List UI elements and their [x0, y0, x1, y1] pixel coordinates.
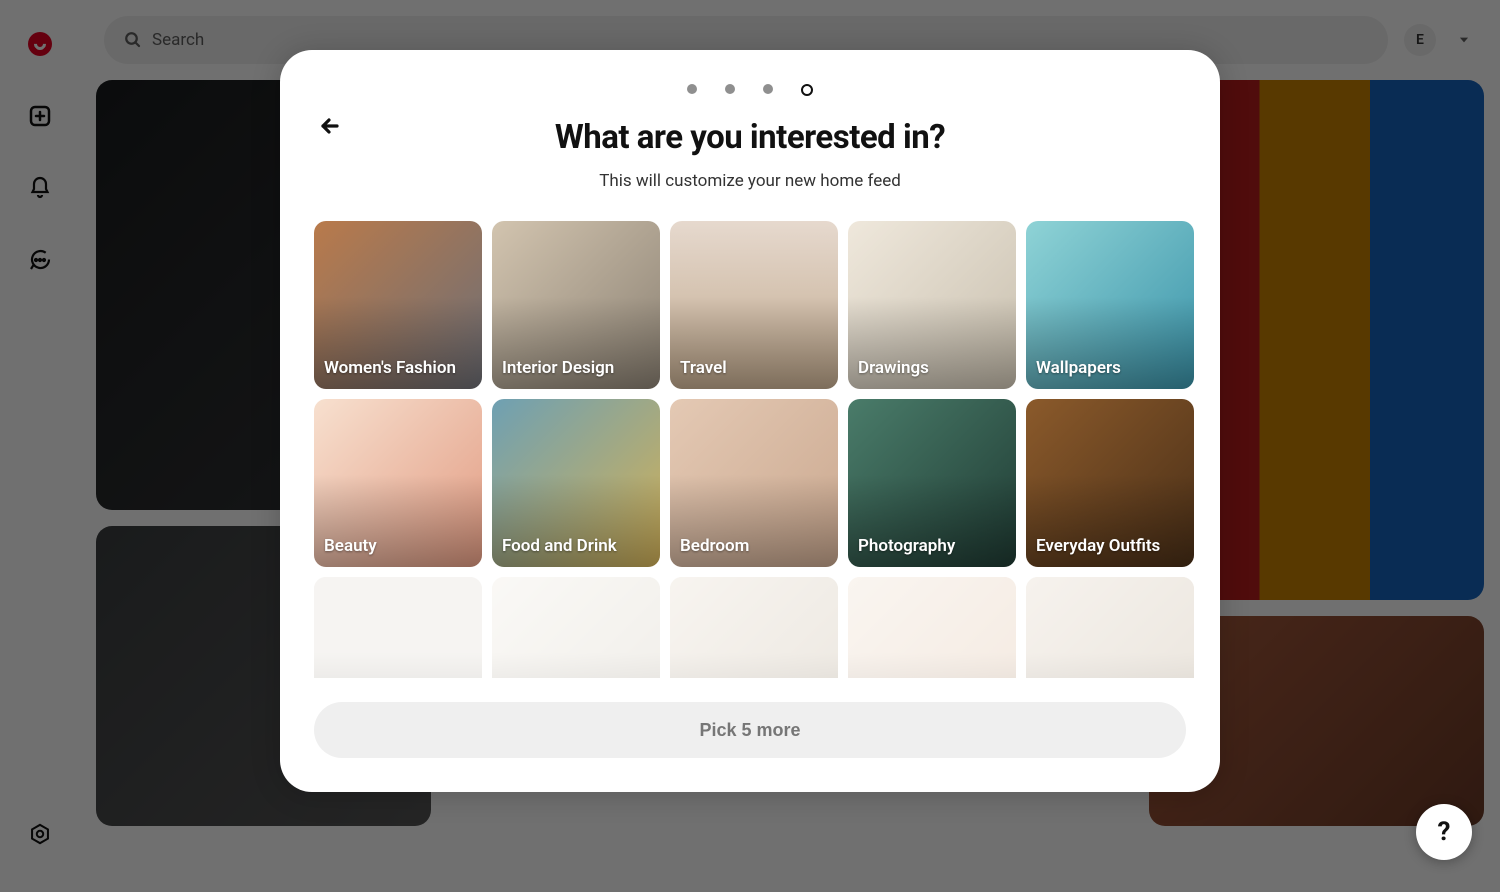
modal-title: What are you interested in? [320, 118, 1180, 157]
interest-tile-drawings[interactable]: Drawings [848, 221, 1016, 389]
interest-label: Drawings [858, 358, 1006, 379]
interest-tile-food-and-drink[interactable]: Food and Drink [492, 399, 660, 567]
interest-label: Interior Design [502, 358, 650, 379]
help-icon: ? [1438, 817, 1451, 847]
interest-label: Travel [680, 358, 828, 379]
interest-tile[interactable] [314, 577, 482, 678]
interest-tile-beauty[interactable]: Beauty [314, 399, 482, 567]
modal-subtitle: This will customize your new home feed [320, 171, 1180, 191]
interest-label: Women's Fashion [324, 358, 472, 379]
step-dot [725, 84, 735, 94]
interest-label: Everyday Outfits [1036, 536, 1184, 557]
progress-stepper [320, 84, 1180, 96]
interest-tile[interactable] [670, 577, 838, 678]
back-button[interactable] [314, 110, 346, 142]
interest-label: Beauty [324, 536, 472, 557]
step-dot-active [801, 84, 813, 96]
interests-scroll-area[interactable]: Women's Fashion Interior Design Travel D… [280, 221, 1220, 678]
interest-label: Photography [858, 536, 1006, 557]
modal-header: What are you interested in? This will cu… [280, 50, 1220, 191]
interest-tile-photography[interactable]: Photography [848, 399, 1016, 567]
interest-tile[interactable] [492, 577, 660, 678]
interest-tile-travel[interactable]: Travel [670, 221, 838, 389]
interest-tile-wallpapers[interactable]: Wallpapers [1026, 221, 1194, 389]
interest-tile-everyday-outfits[interactable]: Everyday Outfits [1026, 399, 1194, 567]
interest-tile[interactable] [1026, 577, 1194, 678]
interest-tile[interactable] [848, 577, 1016, 678]
modal-footer: Pick 5 more [280, 678, 1220, 792]
interest-tile-womens-fashion[interactable]: Women's Fashion [314, 221, 482, 389]
interest-label: Food and Drink [502, 536, 650, 557]
step-dot [763, 84, 773, 94]
interest-tile-bedroom[interactable]: Bedroom [670, 399, 838, 567]
help-button[interactable]: ? [1416, 804, 1472, 860]
interest-tile-interior-design[interactable]: Interior Design [492, 221, 660, 389]
interest-label: Wallpapers [1036, 358, 1184, 379]
interests-grid: Women's Fashion Interior Design Travel D… [314, 221, 1204, 678]
interest-label: Bedroom [680, 536, 828, 557]
step-dot [687, 84, 697, 94]
pick-more-button[interactable]: Pick 5 more [314, 702, 1186, 758]
interests-modal: What are you interested in? This will cu… [280, 50, 1220, 792]
